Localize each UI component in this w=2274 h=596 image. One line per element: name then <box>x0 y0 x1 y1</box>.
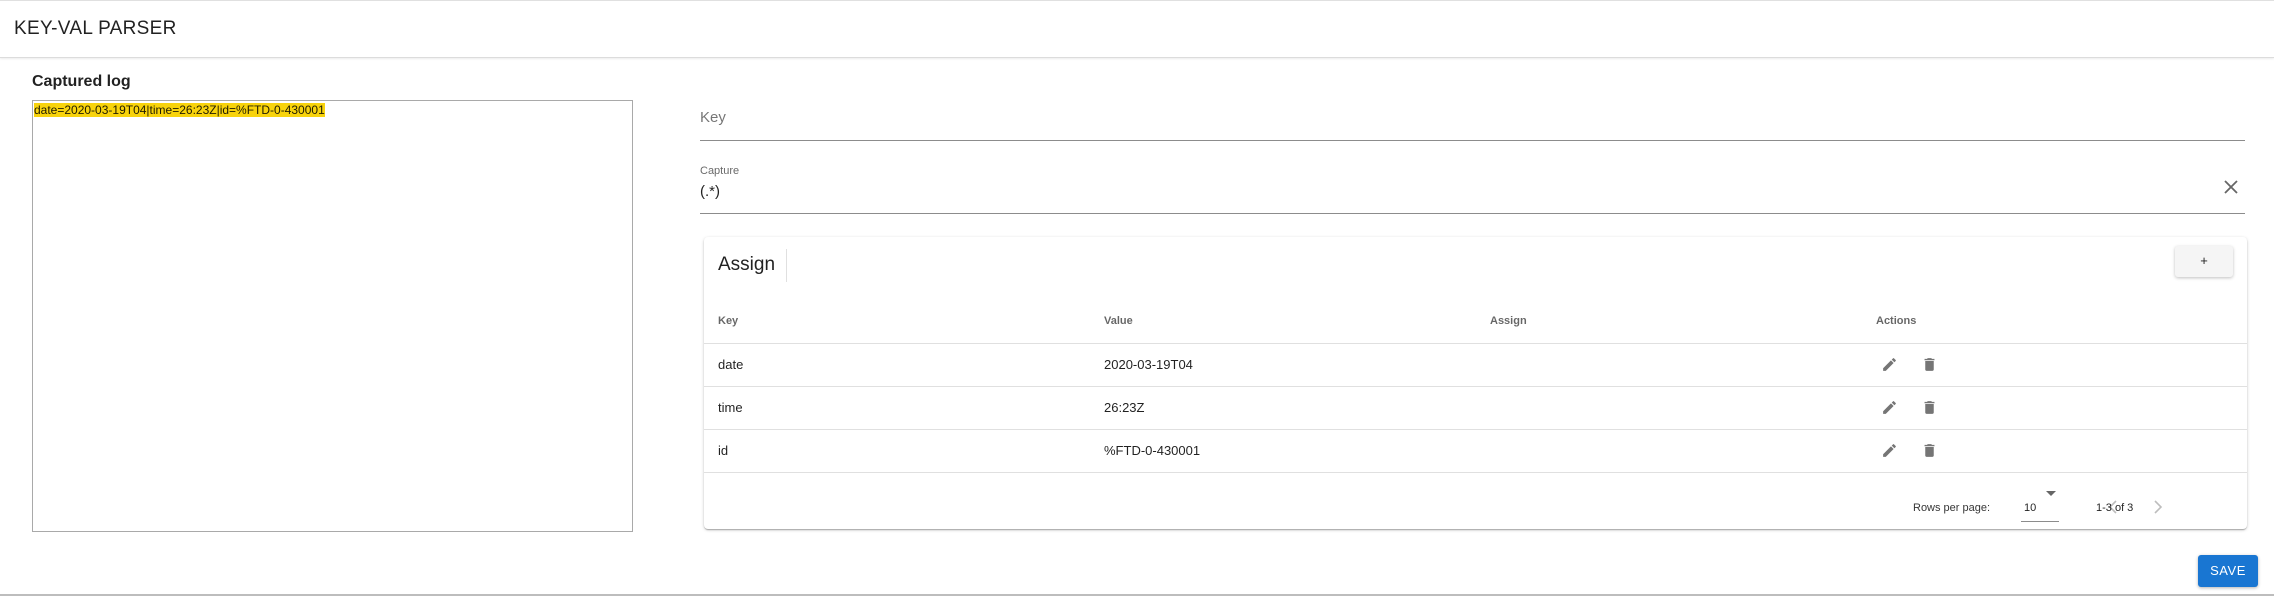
table-header: Key Value Assign Actions <box>704 305 2247 344</box>
cell-value: %FTD-0-430001 <box>1104 443 1201 458</box>
column-header-assign[interactable]: Assign <box>1490 315 1527 327</box>
cell-value: 26:23Z <box>1104 400 1145 415</box>
chevron-down-icon <box>2046 491 2056 496</box>
capture-field[interactable]: Capture (.*) <box>700 160 2245 214</box>
key-placeholder: Key <box>700 109 726 126</box>
table-row: id %FTD-0-430001 <box>704 430 2247 473</box>
delete-icon[interactable] <box>1921 442 1938 459</box>
cell-key: date <box>718 357 744 372</box>
cell-key: time <box>718 400 743 415</box>
log-content: date=2020-03-19T04|time=26:23Z|id=%FTD-0… <box>34 103 325 117</box>
key-field[interactable]: Key <box>700 98 2245 141</box>
edit-icon[interactable] <box>1881 356 1898 373</box>
assign-title: Assign <box>718 254 776 275</box>
capture-value[interactable]: (.*) <box>700 183 720 200</box>
title-divider <box>786 249 787 282</box>
column-header-actions: Actions <box>1876 315 1917 327</box>
add-button[interactable]: + <box>2175 246 2233 277</box>
chevron-right-icon[interactable] <box>2146 495 2170 519</box>
rows-per-page-select[interactable]: 10 <box>2021 491 2059 522</box>
column-header-key[interactable]: Key <box>718 315 738 327</box>
captured-log-heading: Captured log <box>32 73 131 90</box>
chevron-left-icon[interactable] <box>2101 495 2125 519</box>
edit-icon[interactable] <box>1881 442 1898 459</box>
app-bar: KEY-VAL PARSER <box>0 0 2274 58</box>
column-header-value[interactable]: Value <box>1104 315 1133 327</box>
delete-icon[interactable] <box>1921 356 1938 373</box>
rows-per-page-value: 10 <box>2024 502 2037 514</box>
close-icon[interactable] <box>2221 177 2241 197</box>
save-button[interactable]: SAVE <box>2198 555 2258 587</box>
pagination: Rows per page: 10 1-3 of 3 <box>704 491 2247 529</box>
capture-label: Capture <box>700 165 740 177</box>
captured-log-area[interactable]: date=2020-03-19T04|time=26:23Z|id=%FTD-0… <box>32 100 633 532</box>
cell-value: 2020-03-19T04 <box>1104 357 1193 372</box>
rows-per-page-label: Rows per page: <box>1913 502 1991 514</box>
edit-icon[interactable] <box>1881 399 1898 416</box>
table-row: date 2020-03-19T04 <box>704 344 2247 387</box>
assign-table-card: Assign + Key Value Assign Actions date 2… <box>704 237 2247 529</box>
cell-key: id <box>718 443 729 458</box>
delete-icon[interactable] <box>1921 399 1938 416</box>
table-row: time 26:23Z <box>704 387 2247 430</box>
app-title: KEY-VAL PARSER <box>14 18 177 39</box>
